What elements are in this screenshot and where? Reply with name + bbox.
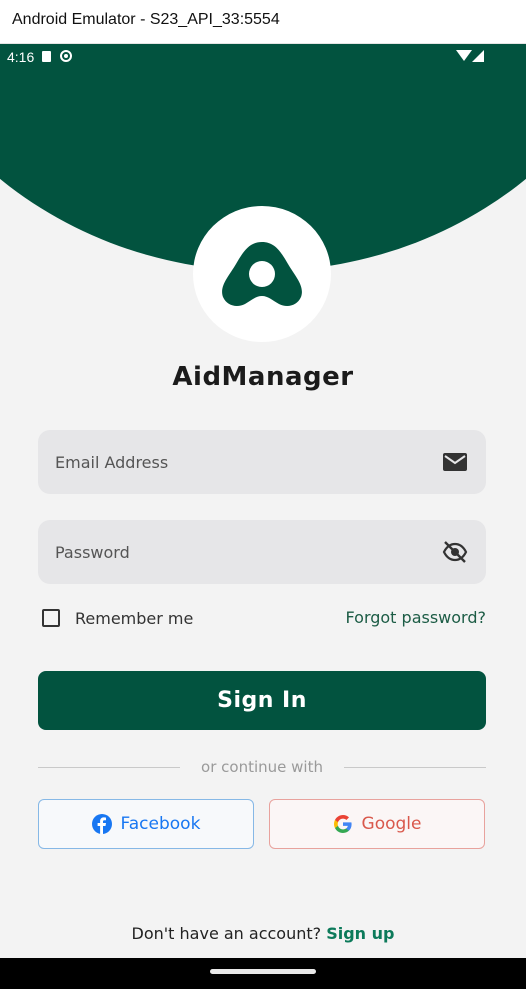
email-input[interactable]: [38, 430, 486, 494]
wifi-icon: [456, 50, 472, 61]
facebook-label: Facebook: [120, 814, 201, 834]
window-title: Android Emulator - S23_API_33:5554: [12, 11, 280, 28]
remember-me-label: Remember me: [75, 608, 194, 628]
google-icon: [333, 815, 352, 833]
facebook-button[interactable]: Facebook: [38, 799, 254, 849]
window-titlebar: Android Emulator - S23_API_33:5554: [0, 0, 526, 44]
divider-line-right: [344, 767, 486, 768]
google-button[interactable]: Google: [269, 799, 485, 849]
app-title: AidManager: [172, 362, 354, 392]
signup-row: Don't have an account? Sign up: [0, 924, 526, 943]
status-time: 4:16: [7, 49, 35, 65]
remember-me[interactable]: Remember me: [42, 606, 193, 630]
remember-me-checkbox[interactable]: [42, 609, 60, 627]
mail-icon: [443, 453, 467, 471]
sign-up-link[interactable]: Sign up: [326, 924, 394, 943]
divider: or continue with: [38, 757, 486, 779]
app-logo: [193, 206, 331, 342]
email-field[interactable]: [38, 430, 486, 494]
forgot-password-link[interactable]: Forgot password?: [346, 608, 486, 627]
signup-prompt: Don't have an account?: [131, 924, 327, 943]
password-field[interactable]: [38, 520, 486, 584]
home-gesture-handle[interactable]: [210, 969, 316, 974]
password-input[interactable]: [38, 520, 486, 584]
logo-icon: [222, 242, 302, 306]
facebook-icon: [91, 814, 112, 834]
sim-card-icon: [42, 51, 51, 62]
signal-icon: [472, 50, 484, 62]
eye-off-icon[interactable]: [442, 540, 468, 564]
navigation-bar: [0, 958, 526, 989]
sign-in-button[interactable]: Sign In: [38, 671, 486, 730]
phone-screen: 4:16 AidManager Remember me Forgot passw…: [0, 44, 526, 989]
status-bar: 4:16: [0, 44, 526, 70]
google-label: Google: [361, 814, 422, 834]
notification-icon: [60, 50, 72, 62]
